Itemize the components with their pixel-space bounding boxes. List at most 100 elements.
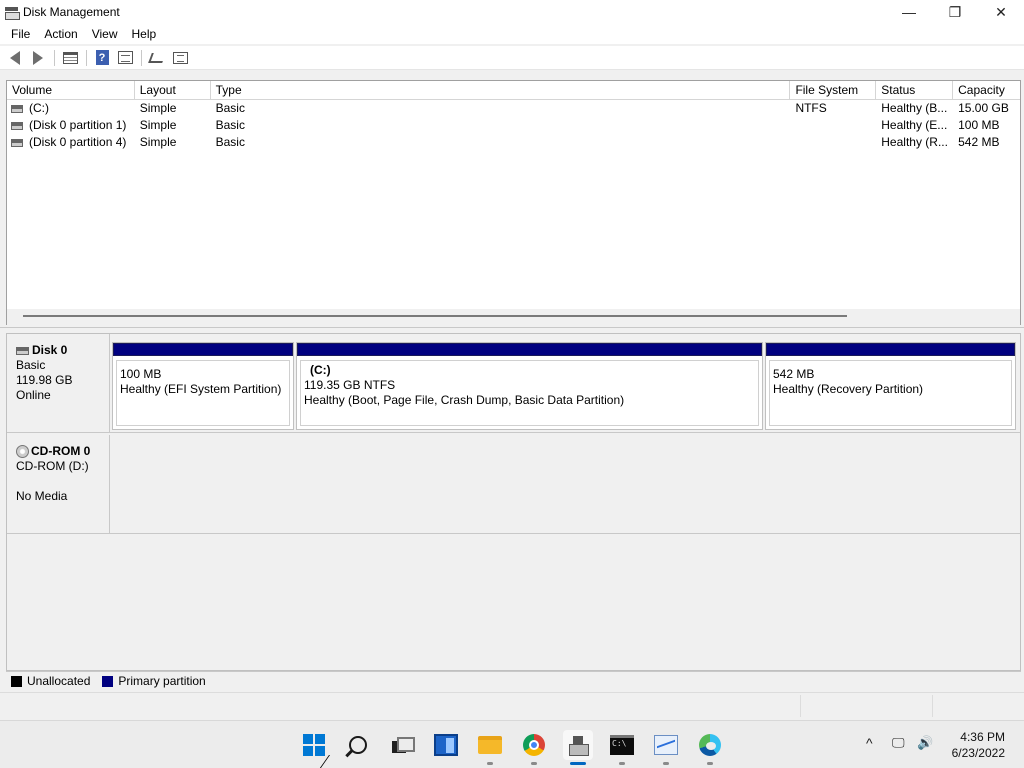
disk-label-disk-0[interactable]: Disk 0 Basic 119.98 GB Online <box>7 334 110 432</box>
legend: Unallocated Primary partition <box>6 671 1021 690</box>
file-explorer-icon <box>478 736 502 754</box>
command-prompt-button[interactable]: C:\ <box>607 730 637 765</box>
disk-state: Online <box>16 388 51 402</box>
volume-row[interactable]: (Disk 0 partition 4) Simple Basic Health… <box>7 134 1020 151</box>
minimize-button[interactable]: — <box>886 0 932 24</box>
menu-file[interactable]: File <box>4 27 37 41</box>
column-header-capacity[interactable]: Capacity <box>953 81 1020 100</box>
disk-row-cd-rom-0[interactable]: CD-ROM 0 CD-ROM (D:) No Media <box>7 435 1020 534</box>
check-button[interactable] <box>169 48 191 68</box>
disk-management-taskbar-button[interactable] <box>563 730 593 765</box>
partition-type-bar <box>297 343 762 356</box>
running-indicator <box>487 762 493 765</box>
maximize-button[interactable]: ❐ <box>932 0 978 24</box>
legend-label-primary-partition: Primary partition <box>118 674 206 688</box>
legend-swatch-primary-partition <box>102 675 114 687</box>
clock-time: 4:36 PM <box>960 730 1005 744</box>
column-header-volume[interactable]: Volume <box>7 81 135 100</box>
menu-help[interactable]: Help <box>125 27 164 41</box>
partition-status: Healthy (EFI System Partition) <box>120 382 282 396</box>
pane-splitter[interactable] <box>0 327 1024 332</box>
menu-action[interactable]: Action <box>37 27 84 41</box>
column-header-file-system[interactable]: File System <box>790 81 877 100</box>
performance-monitor-icon <box>654 735 678 755</box>
disk-management-app-icon <box>4 5 20 20</box>
scrollbar-thumb[interactable] <box>23 315 847 317</box>
partition-status: Healthy (Recovery Partition) <box>773 382 924 396</box>
check-icon <box>172 51 188 64</box>
cd-rom-icon <box>16 445 29 458</box>
properties-button[interactable] <box>114 48 136 68</box>
widgets-button[interactable] <box>431 730 461 760</box>
help-button[interactable]: ? <box>91 48 113 68</box>
search-button[interactable] <box>343 730 373 760</box>
volume-list: Volume Layout Type File System Status Ca… <box>6 80 1021 310</box>
horizontal-scrollbar[interactable] <box>6 309 1021 325</box>
edge-button[interactable] <box>695 730 725 765</box>
file-explorer-button[interactable] <box>475 730 505 765</box>
volume-capacity: 100 MB <box>958 118 1000 132</box>
active-indicator <box>570 762 586 765</box>
running-indicator <box>531 762 537 765</box>
partition-status: Healthy (Boot, Page File, Crash Dump, Ba… <box>304 393 625 407</box>
column-header-type[interactable]: Type <box>211 81 791 100</box>
disk-type: CD-ROM (D:) <box>16 459 89 473</box>
running-indicator <box>619 762 625 765</box>
menu-bar: File Action View Help <box>0 24 1024 44</box>
volume-list-header: Volume Layout Type File System Status Ca… <box>7 81 1020 100</box>
clock[interactable]: 4:36 PM 6/23/2022 <box>952 729 1005 761</box>
back-button[interactable] <box>4 48 26 68</box>
volume-icon <box>11 121 23 130</box>
forward-icon <box>33 50 43 65</box>
toolbar: ? <box>0 46 1024 70</box>
partition-type-bar <box>766 343 1015 356</box>
start-button[interactable] <box>299 730 329 760</box>
volume-row[interactable]: (C:) Simple Basic NTFS Healthy (B... 15.… <box>7 100 1020 117</box>
volume-type: Basic <box>215 118 245 132</box>
chrome-icon <box>523 734 545 756</box>
volume-file-system <box>790 117 876 134</box>
volume-status: Healthy (E... <box>881 118 948 132</box>
show-hidden-icons-chevron-icon[interactable]: ^ <box>866 735 873 751</box>
volume-layout: Simple <box>139 101 177 115</box>
volume-capacity: 542 MB <box>958 135 1000 149</box>
volume-row[interactable]: (Disk 0 partition 1) Simple Basic Health… <box>7 117 1020 134</box>
task-view-button[interactable] <box>387 730 417 760</box>
disk-type: Basic <box>16 358 46 372</box>
disk-label-cd-rom-0[interactable]: CD-ROM 0 CD-ROM (D:) No Media <box>7 435 110 533</box>
network-icon[interactable]: 🖵 <box>892 735 905 751</box>
edge-icon <box>699 734 721 756</box>
partition-efi[interactable]: 100 MB Healthy (EFI System Partition) <box>112 342 294 430</box>
column-header-status[interactable]: Status <box>876 81 954 100</box>
connect-button[interactable] <box>146 48 168 68</box>
partition-size: 100 MB <box>120 367 162 381</box>
volume-status: Healthy (R... <box>881 135 948 149</box>
forward-button[interactable] <box>27 48 49 68</box>
show-hide-console-tree-button[interactable] <box>59 48 81 68</box>
volume-icon[interactable]: 🔊 <box>917 735 933 751</box>
widgets-icon <box>434 734 458 756</box>
disk-graphical-view: Disk 0 Basic 119.98 GB Online 100 MB Hea… <box>6 333 1021 671</box>
taskbar: C:\ ^ 🖵 🔊 4:36 PM 6/23/2022 <box>0 720 1024 768</box>
help-icon: ? <box>95 50 109 65</box>
partition-c[interactable]: (C:) 119.35 GB NTFS Healthy (Boot, Page … <box>296 342 763 430</box>
clock-date: 6/23/2022 <box>951 746 1005 760</box>
partition-recovery[interactable]: 542 MB Healthy (Recovery Partition) <box>765 342 1016 430</box>
status-bar-segment <box>932 695 933 717</box>
column-header-layout[interactable]: Layout <box>135 81 211 100</box>
close-button[interactable]: ✕ <box>978 0 1024 24</box>
volume-status: Healthy (B... <box>881 101 948 115</box>
volume-type: Basic <box>215 101 245 115</box>
disk-state: No Media <box>16 489 68 503</box>
menu-view[interactable]: View <box>85 27 125 41</box>
disk-row-disk-0[interactable]: Disk 0 Basic 119.98 GB Online 100 MB Hea… <box>7 334 1020 433</box>
back-icon <box>10 50 20 65</box>
volume-layout: Simple <box>139 135 177 149</box>
performance-monitor-button[interactable] <box>651 730 681 765</box>
chrome-button[interactable] <box>519 730 549 765</box>
volume-name: (Disk 0 partition 4) <box>29 135 127 149</box>
disk-name: Disk 0 <box>32 343 68 357</box>
start-icon <box>303 734 325 756</box>
toolbar-separator <box>141 49 142 66</box>
volume-capacity: 15.00 GB <box>958 101 1009 115</box>
